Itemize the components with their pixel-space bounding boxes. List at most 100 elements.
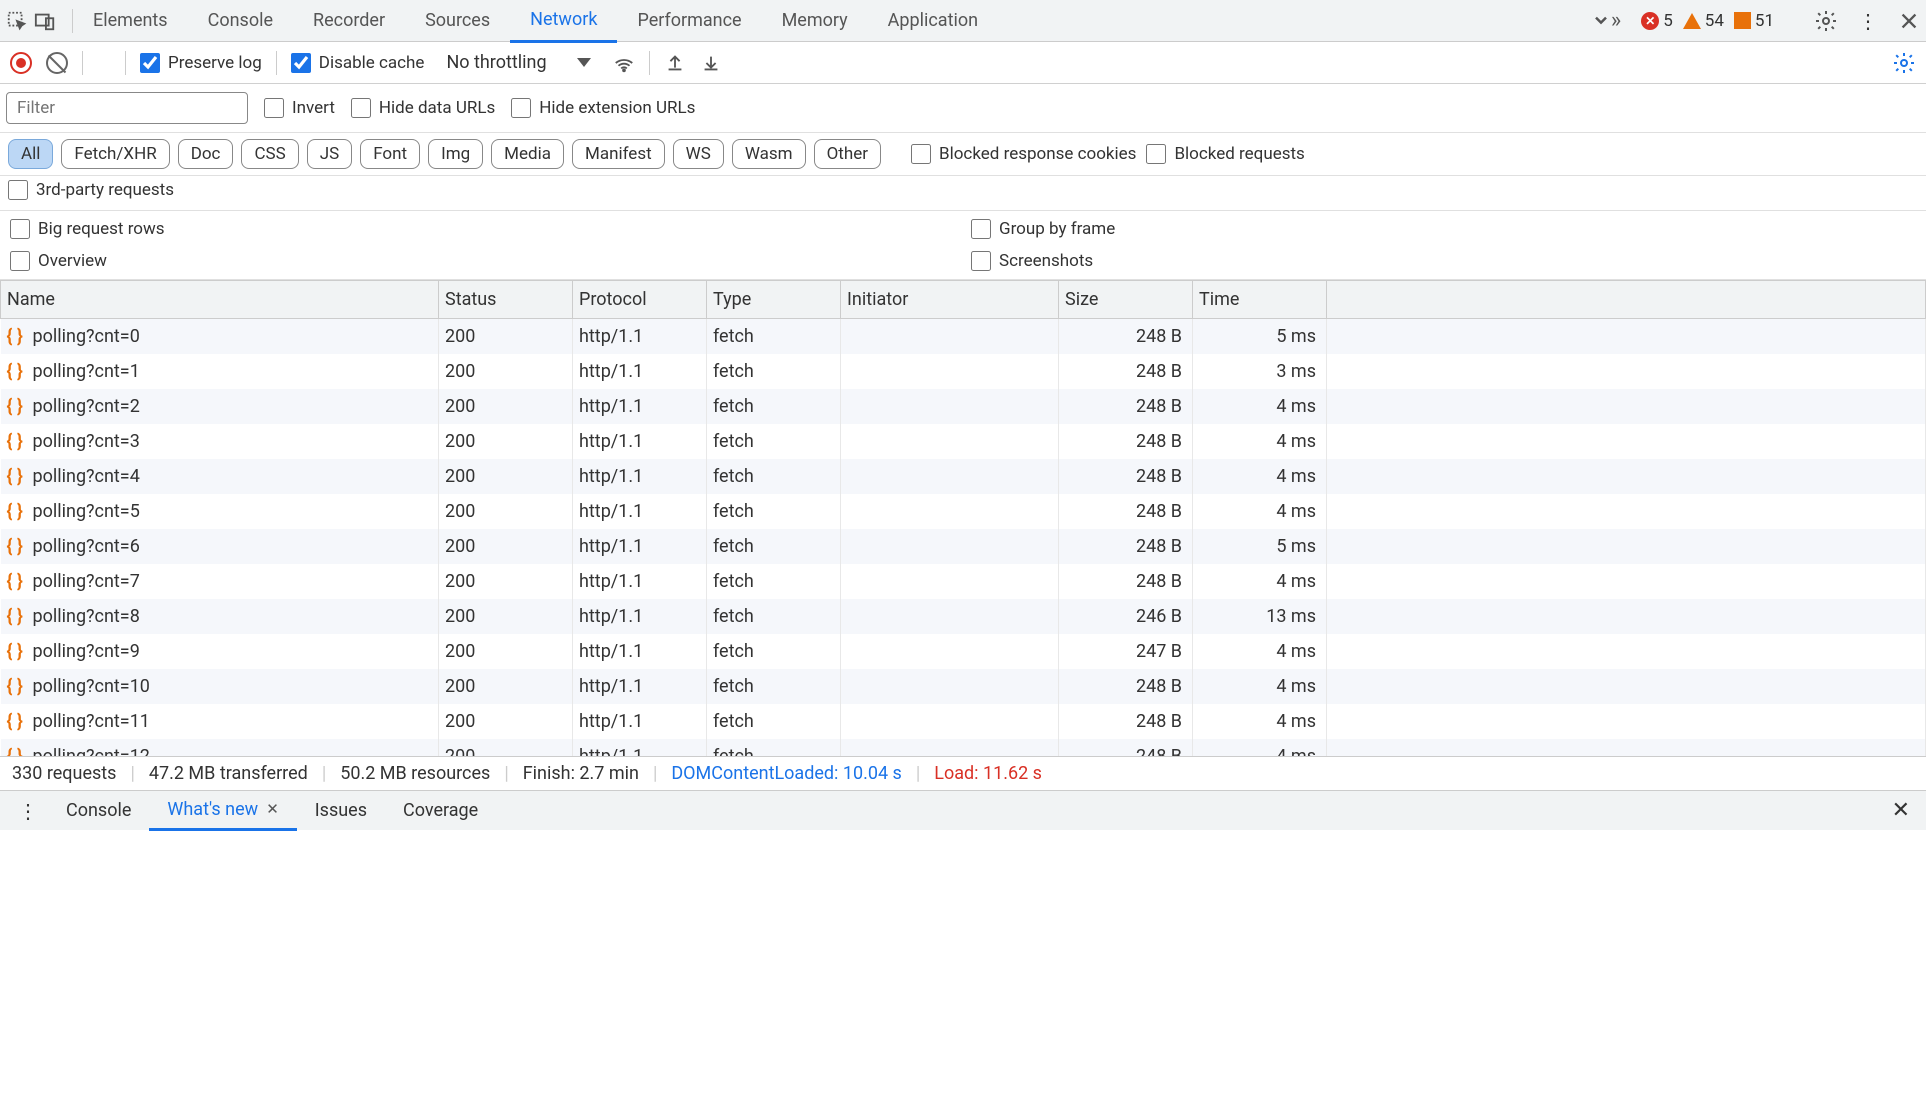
error-badge[interactable]: ✕ 5 [1641, 11, 1673, 31]
blocked-requests-checkbox[interactable]: Blocked requests [1146, 144, 1304, 164]
filter-chip-other[interactable]: Other [814, 139, 881, 169]
upload-har-icon[interactable] [664, 52, 686, 74]
blocked-cookies-checkbox[interactable]: Blocked response cookies [911, 144, 1136, 164]
third-party-checkbox[interactable]: 3rd-party requests [8, 180, 174, 200]
cell-time: 4 ms [1193, 564, 1327, 599]
table-row[interactable]: { }polling?cnt=7200http/1.1fetch248 B4 m… [1, 564, 1926, 599]
filter-chip-all[interactable]: All [8, 139, 53, 169]
tab-performance[interactable]: Performance [617, 0, 761, 41]
drawer-tab-console[interactable]: Console [48, 791, 149, 831]
filter-chip-css[interactable]: CSS [241, 139, 298, 169]
tab-recorder[interactable]: Recorder [293, 0, 405, 41]
network-conditions-icon[interactable] [613, 52, 635, 74]
network-table-container[interactable]: NameStatusProtocolTypeInitiatorSizeTime … [0, 280, 1926, 756]
stat-domcontentloaded: DOMContentLoaded: 10.04 s [671, 763, 901, 784]
preserve-log-checkbox[interactable]: Preserve log [140, 53, 262, 73]
column-header-waterfall[interactable] [1327, 281, 1926, 319]
cell-status: 200 [439, 669, 573, 704]
throttling-select[interactable]: No throttling [438, 52, 598, 73]
drawer-tab-close-icon[interactable]: ✕ [266, 800, 279, 818]
drawer-tab-issues[interactable]: Issues [297, 791, 385, 831]
settings-gear-icon[interactable] [1814, 9, 1838, 33]
table-row[interactable]: { }polling?cnt=5200http/1.1fetch248 B4 m… [1, 494, 1926, 529]
network-settings-icon[interactable] [1892, 51, 1916, 75]
fetch-icon: { } [7, 571, 25, 592]
separator [649, 51, 650, 75]
close-devtools-icon[interactable] [1898, 10, 1920, 32]
tab-network[interactable]: Network [510, 0, 617, 43]
table-row[interactable]: { }polling?cnt=6200http/1.1fetch248 B5 m… [1, 529, 1926, 564]
cell-name: { }polling?cnt=5 [1, 494, 439, 529]
warning-triangle-icon [1683, 13, 1701, 29]
tab-memory[interactable]: Memory [762, 0, 868, 41]
column-header-size[interactable]: Size [1059, 281, 1193, 319]
table-row[interactable]: { }polling?cnt=10200http/1.1fetch248 B4 … [1, 669, 1926, 704]
cell-name: { }polling?cnt=2 [1, 389, 439, 424]
filter-chip-ws[interactable]: WS [673, 139, 724, 169]
overview-checkbox[interactable]: Overview [10, 251, 955, 271]
fetch-icon: { } [7, 676, 25, 697]
cell-protocol: http/1.1 [573, 424, 707, 459]
more-tabs-icon[interactable]: » [1581, 8, 1631, 33]
cell-initiator [841, 739, 1059, 756]
filter-chip-doc[interactable]: Doc [178, 139, 234, 169]
column-header-protocol[interactable]: Protocol [573, 281, 707, 319]
column-header-time[interactable]: Time [1193, 281, 1327, 319]
cell-type: fetch [707, 319, 841, 355]
filter-input[interactable] [6, 92, 248, 124]
tab-console[interactable]: Console [188, 0, 293, 41]
cell-name: { }polling?cnt=6 [1, 529, 439, 564]
table-row[interactable]: { }polling?cnt=2200http/1.1fetch248 B4 m… [1, 389, 1926, 424]
clear-log-icon[interactable] [46, 52, 68, 74]
tab-application[interactable]: Application [868, 0, 998, 41]
filter-chip-js[interactable]: JS [307, 139, 352, 169]
network-table: NameStatusProtocolTypeInitiatorSizeTime … [0, 280, 1926, 756]
hide-ext-urls-checkbox[interactable]: Hide extension URLs [511, 98, 695, 118]
inspect-element-icon[interactable] [6, 10, 28, 32]
column-header-name[interactable]: Name [1, 281, 439, 319]
filter-chip-img[interactable]: Img [428, 139, 483, 169]
fetch-icon: { } [7, 641, 25, 662]
table-row[interactable]: { }polling?cnt=11200http/1.1fetch248 B4 … [1, 704, 1926, 739]
cell-protocol: http/1.1 [573, 494, 707, 529]
drawer-tab-coverage[interactable]: Coverage [385, 791, 496, 831]
download-har-icon[interactable] [700, 52, 722, 74]
table-row[interactable]: { }polling?cnt=1200http/1.1fetch248 B3 m… [1, 354, 1926, 389]
tab-sources[interactable]: Sources [405, 0, 510, 41]
screenshots-checkbox[interactable]: Screenshots [971, 251, 1916, 271]
invert-checkbox[interactable]: Invert [264, 98, 335, 118]
cell-initiator [841, 634, 1059, 669]
issues-badge[interactable]: 51 [1734, 11, 1774, 31]
column-header-type[interactable]: Type [707, 281, 841, 319]
drawer-close-icon[interactable]: ✕ [1884, 798, 1918, 823]
big-rows-checkbox[interactable]: Big request rows [10, 219, 955, 239]
device-toolbar-icon[interactable] [34, 10, 56, 32]
screenshots-label: Screenshots [999, 251, 1093, 271]
filter-chip-manifest[interactable]: Manifest [572, 139, 665, 169]
filter-chip-fetch-xhr[interactable]: Fetch/XHR [61, 139, 169, 169]
table-row[interactable]: { }polling?cnt=4200http/1.1fetch248 B4 m… [1, 459, 1926, 494]
table-row[interactable]: { }polling?cnt=12200http/1.1fetch248 B4 … [1, 739, 1926, 756]
filter-chip-wasm[interactable]: Wasm [732, 139, 806, 169]
table-row[interactable]: { }polling?cnt=8200http/1.1fetch246 B13 … [1, 599, 1926, 634]
network-toolbar: Preserve log Disable cache No throttling [0, 42, 1926, 84]
cell-protocol: http/1.1 [573, 704, 707, 739]
record-icon[interactable] [10, 52, 32, 74]
drawer-tab-what-s-new[interactable]: What's new✕ [149, 791, 296, 831]
table-row[interactable]: { }polling?cnt=3200http/1.1fetch248 B4 m… [1, 424, 1926, 459]
disable-cache-checkbox[interactable]: Disable cache [291, 53, 425, 73]
tab-elements[interactable]: Elements [73, 0, 188, 41]
filter-chip-font[interactable]: Font [360, 139, 420, 169]
table-row[interactable]: { }polling?cnt=9200http/1.1fetch247 B4 m… [1, 634, 1926, 669]
column-header-status[interactable]: Status [439, 281, 573, 319]
fetch-icon: { } [7, 711, 25, 732]
table-row[interactable]: { }polling?cnt=0200http/1.1fetch248 B5 m… [1, 319, 1926, 355]
kebab-menu-icon[interactable]: ⋮ [1848, 9, 1888, 33]
hide-data-urls-checkbox[interactable]: Hide data URLs [351, 98, 495, 118]
warning-badge[interactable]: 54 [1683, 11, 1724, 31]
drawer-menu-icon[interactable]: ⋮ [8, 799, 48, 823]
column-header-initiator[interactable]: Initiator [841, 281, 1059, 319]
filter-chip-media[interactable]: Media [491, 139, 564, 169]
group-by-frame-checkbox[interactable]: Group by frame [971, 219, 1916, 239]
cell-size: 247 B [1059, 634, 1193, 669]
